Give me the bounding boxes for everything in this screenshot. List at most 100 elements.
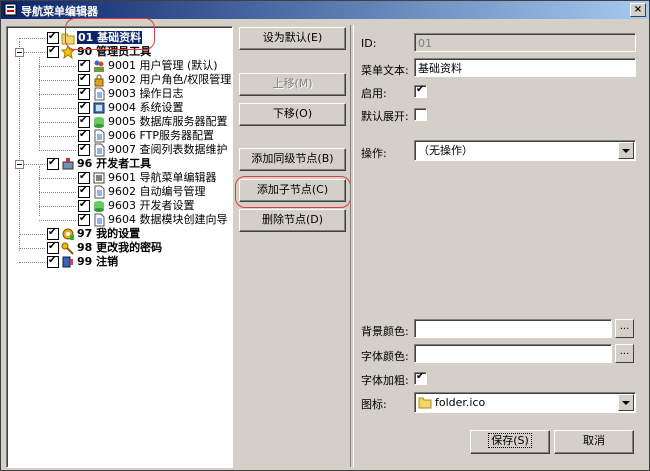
font-bold-checkbox[interactable]: [414, 371, 427, 385]
action-select[interactable]: （无操作）: [414, 140, 636, 161]
icon-select[interactable]: folder.ico: [414, 392, 636, 413]
save-button[interactable]: 保存(S): [470, 430, 550, 454]
node-checkbox[interactable]: [47, 30, 59, 44]
tree-node-label: 9007 查阅列表数据维护: [108, 143, 228, 156]
gear-icon: [62, 228, 74, 240]
tree-node[interactable]: 97 我的设置: [7, 226, 232, 241]
divider: [350, 25, 354, 467]
delete-node-button[interactable]: 删除节点(D): [239, 209, 346, 232]
document-icon: [94, 87, 105, 101]
tree-line: [39, 206, 76, 207]
node-checkbox[interactable]: [47, 254, 59, 268]
tree-line: [39, 122, 76, 123]
tree-node[interactable]: 9602 自动编号管理: [7, 184, 232, 199]
enabled-label: 启用:: [361, 87, 387, 100]
cancel-button[interactable]: 取消: [554, 430, 634, 454]
tree-line: [39, 136, 76, 137]
tree-node-label: 9005 数据库服务器配置: [108, 115, 228, 128]
add-child-node-button[interactable]: 添加子节点(C): [239, 179, 346, 202]
tree-node-label: 9601 导航菜单编辑器: [108, 171, 217, 184]
move-down-button[interactable]: 下移(O): [239, 103, 346, 126]
icon-label: 图标:: [361, 398, 387, 411]
developer-icon: [62, 158, 74, 170]
tree-line: [19, 248, 45, 249]
tree-line: [19, 262, 45, 263]
node-checkbox[interactable]: [47, 240, 59, 254]
menu-text-input[interactable]: 基础资料: [414, 58, 636, 77]
menu-tree[interactable]: 01 基础资料90 管理员工具9001 用户管理 (默认)9002 用户角色/权…: [6, 26, 233, 468]
bg-color-input[interactable]: [414, 319, 612, 338]
node-checkbox[interactable]: [78, 58, 90, 72]
node-checkbox[interactable]: [78, 100, 90, 114]
action-select-value: （无操作）: [418, 144, 473, 157]
tree-line: [39, 192, 76, 193]
node-checkbox[interactable]: [78, 212, 90, 226]
tree-node[interactable]: 9006 FTP服务器配置: [7, 128, 232, 143]
tree-node-label: 97 我的设置: [77, 227, 141, 240]
tree-node[interactable]: 9007 查阅列表数据维护: [7, 142, 232, 157]
lock-icon: [94, 74, 104, 87]
bg-color-label: 背景颜色:: [361, 325, 409, 338]
tree-node[interactable]: 99 注销: [7, 254, 232, 269]
add-sibling-node-button[interactable]: 添加同级节点(B): [239, 148, 346, 171]
key-icon: [61, 242, 74, 255]
tree-node-label: 96 开发者工具: [77, 157, 152, 170]
node-checkbox[interactable]: [78, 198, 90, 212]
tree-node-label: 9001 用户管理 (默认): [108, 59, 218, 72]
database-icon: [94, 117, 104, 128]
node-checkbox[interactable]: [78, 114, 90, 128]
bg-color-picker-button[interactable]: ...: [615, 319, 634, 338]
tree-node-label: 9002 用户角色/权限管理: [108, 73, 232, 86]
node-checkbox[interactable]: [47, 44, 59, 58]
folder-icon: [418, 397, 432, 409]
tree-node[interactable]: 96 开发者工具: [7, 156, 232, 171]
collapse-toggle[interactable]: [15, 48, 24, 57]
tree-node[interactable]: 9601 导航菜单编辑器: [7, 170, 232, 185]
main-window: 导航菜单编辑器 × 01 基础资料90 管理员工具9001 用户管理 (默认)9…: [0, 0, 650, 471]
node-checkbox[interactable]: [78, 128, 90, 142]
document-icon: [94, 213, 105, 227]
node-checkbox[interactable]: [47, 156, 59, 170]
tree-line: [39, 80, 76, 81]
tree-node-label: 9003 操作日志: [108, 87, 184, 100]
close-button[interactable]: ×: [630, 3, 646, 17]
node-checkbox[interactable]: [78, 170, 90, 184]
document-icon: [94, 129, 105, 143]
chevron-down-icon[interactable]: [618, 394, 634, 411]
title-bar: 导航菜单编辑器 ×: [1, 1, 649, 19]
tree-line: [19, 234, 45, 235]
tree-node[interactable]: 9001 用户管理 (默认): [7, 58, 232, 73]
node-checkbox[interactable]: [47, 226, 59, 240]
icon-select-value: folder.ico: [435, 396, 486, 409]
collapse-toggle[interactable]: [15, 160, 24, 169]
default-expand-checkbox[interactable]: [414, 108, 427, 121]
default-expand-label: 默认展开:: [361, 110, 409, 123]
tree-node[interactable]: 9005 数据库服务器配置: [7, 114, 232, 129]
node-checkbox[interactable]: [78, 86, 90, 100]
node-checkbox[interactable]: [78, 72, 90, 86]
set-default-button[interactable]: 设为默认(E): [239, 27, 346, 50]
node-checkbox[interactable]: [78, 142, 90, 156]
font-color-label: 字体颜色:: [361, 350, 409, 363]
tree-node[interactable]: 9603 开发者设置: [7, 198, 232, 213]
logout-icon: [62, 256, 73, 268]
tree-node-label: 9602 自动编号管理: [108, 185, 206, 198]
tree-node[interactable]: 9003 操作日志: [7, 86, 232, 101]
tree-node[interactable]: 9002 用户角色/权限管理: [7, 72, 232, 87]
enabled-checkbox[interactable]: [414, 84, 427, 98]
move-up-button[interactable]: 上移(M): [239, 73, 346, 96]
settings-icon: [93, 102, 105, 114]
font-color-input[interactable]: [414, 344, 612, 363]
chevron-down-icon[interactable]: [618, 142, 634, 159]
tree-node[interactable]: 9604 数据模块创建向导: [7, 212, 232, 227]
tree-line: [39, 108, 76, 109]
window-title: 导航菜单编辑器: [21, 5, 98, 18]
document-icon: [94, 143, 105, 157]
tree-node[interactable]: 98 更改我的密码: [7, 240, 232, 255]
tree-node[interactable]: 9004 系统设置: [7, 100, 232, 115]
node-checkbox[interactable]: [78, 184, 90, 198]
tree-line: [39, 94, 76, 95]
font-color-picker-button[interactable]: ...: [615, 344, 634, 363]
tree-node-label: 9603 开发者设置: [108, 199, 195, 212]
database-icon: [94, 201, 104, 212]
